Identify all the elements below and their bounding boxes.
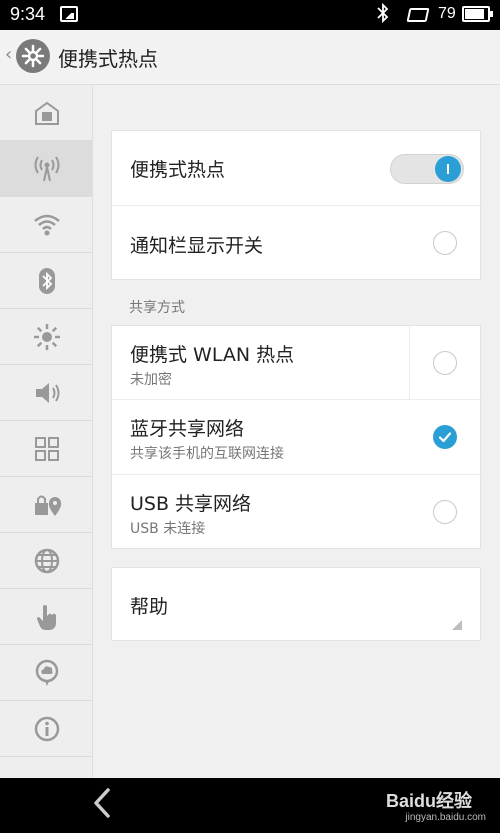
globe-icon — [34, 548, 59, 573]
cloud-chat-icon — [35, 659, 58, 686]
section-label: 共享方式 — [129, 300, 185, 316]
hotspot-card: 便携式热点 通知栏显示开关 — [111, 130, 482, 281]
watermark-url: jingyan.baidu.com — [405, 812, 486, 823]
wifi-icon — [33, 214, 60, 235]
hotspot-toggle[interactable] — [390, 154, 464, 184]
sidebar-item-cloud[interactable] — [0, 645, 93, 701]
navigation-bar: Baidu经验 jingyan.baidu.com — [0, 778, 500, 833]
watermark-logo: Baidu经验 — [385, 791, 472, 811]
bluetooth-icon — [376, 2, 390, 28]
sidebar-item-bluetooth[interactable] — [0, 253, 93, 309]
share-method-subtitle: 共享该手机的互联网连接 — [130, 446, 284, 462]
sidebar-item-language[interactable] — [0, 533, 93, 589]
sidebar-item-home[interactable] — [0, 85, 93, 141]
apps-grid-icon — [34, 436, 59, 461]
info-icon — [34, 716, 59, 741]
share-method-row[interactable]: USB 共享网络 USB 未连接 — [112, 475, 482, 550]
divider — [409, 326, 410, 400]
share-method-title: 便携式 WLAN 热点 — [130, 344, 295, 366]
corner-indicator-icon — [452, 620, 462, 630]
share-method-radio[interactable] — [433, 351, 457, 375]
help-card[interactable]: 帮助 — [111, 567, 481, 641]
header: ‹ 便携式热点 — [0, 30, 500, 85]
sidebar-item-security-location[interactable] — [0, 477, 93, 533]
hotspot-row[interactable]: 便携式热点 — [112, 131, 482, 206]
sidebar — [0, 85, 93, 778]
notify-switch-row[interactable]: 通知栏显示开关 — [112, 206, 482, 281]
notify-switch-label: 通知栏显示开关 — [130, 235, 264, 257]
checkmark-icon[interactable] — [433, 425, 457, 449]
hotspot-icon — [34, 155, 59, 181]
sound-icon — [35, 382, 59, 403]
battery-icon — [462, 6, 493, 22]
share-methods-card: 便携式 WLAN 热点 未加密 蓝牙共享网络 共享该手机的互联网连接 USB 共… — [111, 325, 482, 550]
sidebar-item-gestures[interactable] — [0, 589, 93, 645]
sidebar-item-about[interactable] — [0, 701, 93, 757]
hand-pointer-icon — [36, 604, 56, 630]
share-method-subtitle: 未加密 — [130, 372, 172, 388]
sidebar-item-sound[interactable] — [0, 365, 93, 421]
main-content: 便携式热点 通知栏显示开关 共享方式 便携式 WLAN 热点 未加密 蓝牙共享网… — [93, 85, 500, 778]
page-title: 便携式热点 — [58, 47, 158, 71]
help-label: 帮助 — [130, 596, 169, 618]
notify-switch-radio[interactable] — [433, 231, 457, 255]
toggle-knob — [435, 156, 461, 182]
brightness-icon — [33, 323, 60, 350]
picture-icon — [60, 6, 78, 22]
share-method-radio[interactable] — [433, 500, 457, 524]
sidebar-item-wifi[interactable] — [0, 197, 93, 253]
status-time: 9:34 — [10, 4, 46, 24]
battery-level: 79 — [438, 5, 456, 22]
share-method-title: 蓝牙共享网络 — [130, 418, 245, 440]
sidebar-item-display[interactable] — [0, 309, 93, 365]
sidebar-item-apps[interactable] — [0, 421, 93, 477]
status-bar: 9:34 79 — [0, 0, 500, 30]
share-method-subtitle: USB 未连接 — [130, 521, 206, 537]
bluetooth-icon — [38, 267, 55, 294]
back-chevron-icon[interactable]: ‹ — [5, 44, 12, 65]
share-method-title: USB 共享网络 — [130, 493, 252, 515]
hotspot-label: 便携式热点 — [130, 159, 226, 181]
sidebar-item-hotspot[interactable] — [0, 141, 93, 197]
share-method-row[interactable]: 蓝牙共享网络 共享该手机的互联网连接 — [112, 400, 482, 475]
back-chevron-icon[interactable] — [92, 787, 112, 827]
home-icon — [34, 101, 59, 125]
lock-location-icon — [34, 495, 61, 516]
gear-icon[interactable] — [16, 39, 50, 73]
share-method-row[interactable]: 便携式 WLAN 热点 未加密 — [112, 326, 482, 400]
sim-icon — [406, 8, 430, 22]
